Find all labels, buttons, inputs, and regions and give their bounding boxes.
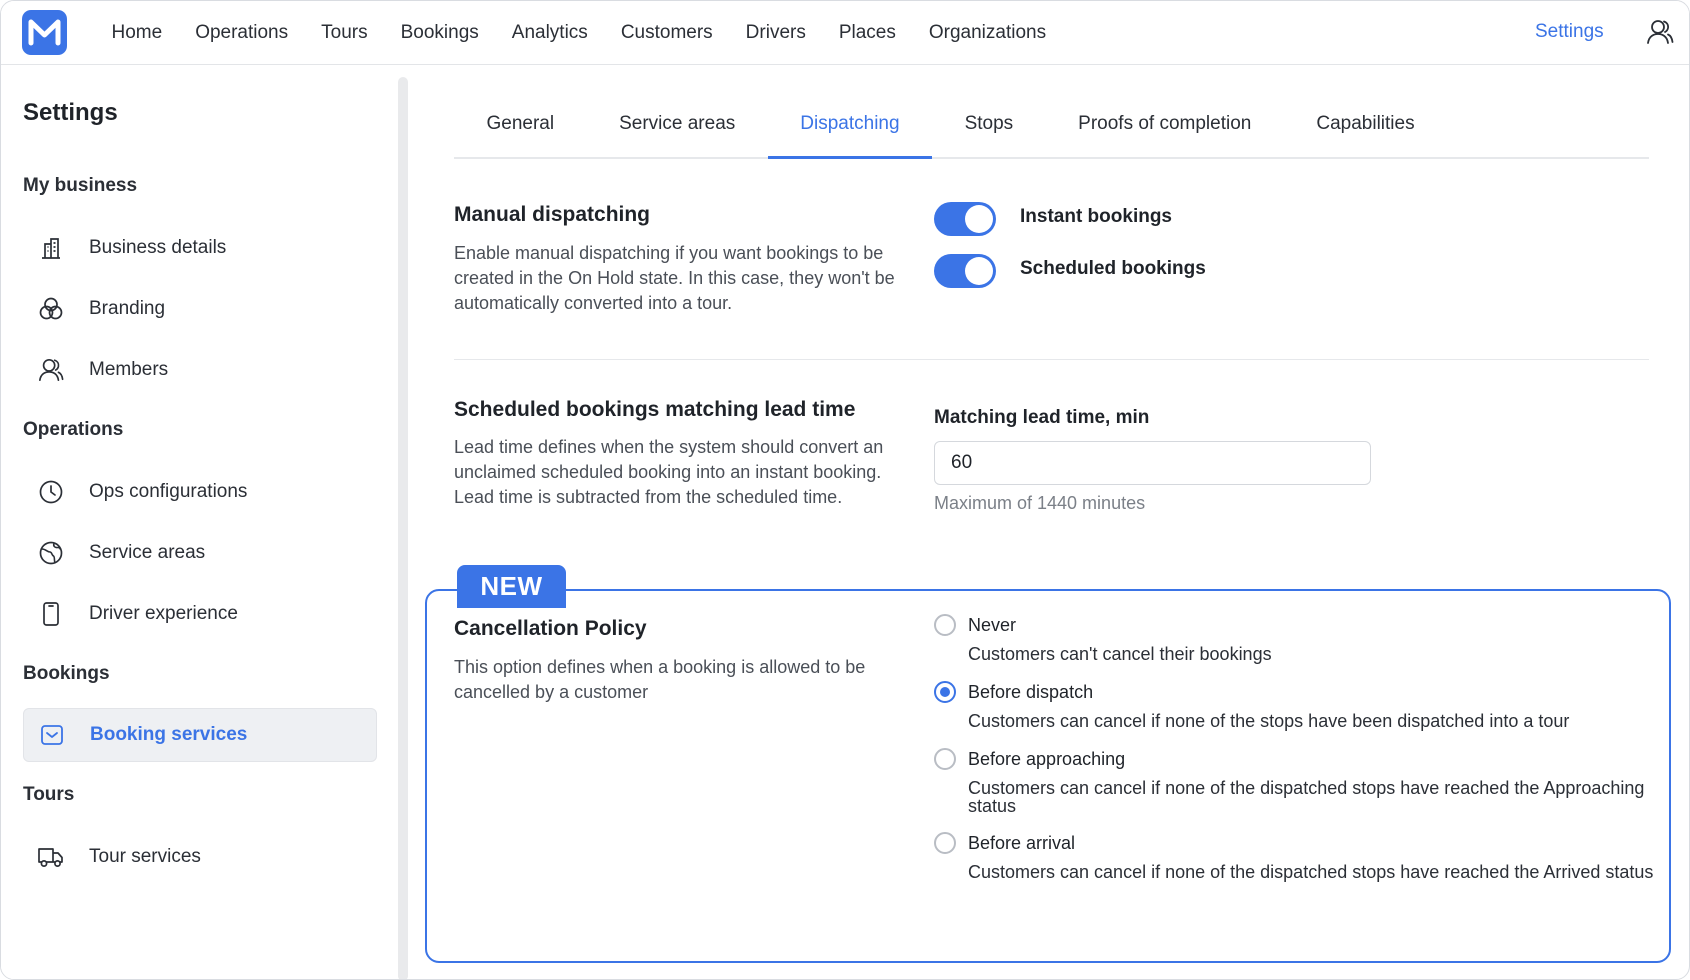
nav-settings[interactable]: Settings: [1535, 21, 1604, 43]
tab-service-areas[interactable]: Service areas: [587, 105, 768, 159]
truck-icon: [37, 843, 65, 871]
nav-tours[interactable]: Tours: [305, 22, 384, 44]
logo-icon: [28, 19, 61, 46]
user-account-icon[interactable]: [1646, 18, 1674, 46]
instant-bookings-label: Instant bookings: [1020, 206, 1172, 227]
sidebar-item-booking-services[interactable]: Booking services: [23, 708, 377, 762]
manual-dispatching-description: Enable manual dispatching if you want bo…: [454, 243, 895, 313]
building-icon: [37, 234, 65, 262]
sidebar-item-label: Driver experience: [89, 603, 238, 624]
radio-before-arrival-label: Before arrival: [968, 833, 1076, 853]
radio-before-approaching-label: Before approaching: [968, 749, 1126, 769]
sidebar-item-label: Booking services: [90, 724, 248, 745]
members-icon: [37, 356, 65, 384]
radio-before-dispatch-description: Customers can cancel if none of the stop…: [968, 711, 1570, 731]
radio-before-approaching[interactable]: [934, 748, 956, 770]
sidebar-item-label: Business details: [89, 237, 227, 258]
sidebar-item-label: Tour services: [89, 846, 201, 867]
nav-operations[interactable]: Operations: [179, 22, 305, 44]
scheduled-bookings-label: Scheduled bookings: [1020, 258, 1206, 279]
sidebar-item-driver-experience[interactable]: Driver experience: [23, 587, 377, 641]
radio-never-label: Never: [968, 615, 1017, 635]
app-window: Home Operations Tours Bookings Analytics…: [0, 0, 1690, 980]
sidebar-item-label: Service areas: [89, 542, 206, 563]
tab-capabilities[interactable]: Capabilities: [1284, 105, 1447, 159]
radio-never-description: Customers can't cancel their bookings: [968, 644, 1272, 664]
sidebar-item-label: Branding: [89, 298, 166, 319]
sidebar-group-my-business: My business: [23, 175, 138, 196]
settings-sidebar: Settings My business Business details Br…: [1, 65, 399, 979]
inbox-icon: [38, 721, 66, 749]
lead-time-description: Lead time defines when the system should…: [454, 437, 884, 507]
sidebar-group-bookings: Bookings: [23, 663, 110, 684]
nav-analytics[interactable]: Analytics: [495, 22, 604, 44]
sidebar-scrollbar[interactable]: [398, 77, 408, 979]
scheduled-bookings-toggle[interactable]: [934, 254, 996, 288]
mobile-phone-icon: [37, 600, 65, 628]
nav-home[interactable]: Home: [95, 22, 179, 44]
settings-content: General Service areas Dispatching Stops …: [411, 65, 1689, 979]
tab-dispatching[interactable]: Dispatching: [767, 105, 933, 159]
radio-before-arrival[interactable]: [934, 832, 956, 854]
cancellation-policy-title: Cancellation Policy: [454, 617, 647, 640]
main-nav: Home Operations Tours Bookings Analytics…: [95, 1, 1063, 65]
sidebar-item-members[interactable]: Members: [23, 343, 377, 397]
sidebar-title: Settings: [23, 99, 118, 126]
nav-customers[interactable]: Customers: [604, 22, 729, 44]
nav-places[interactable]: Places: [822, 22, 912, 44]
tab-stops[interactable]: Stops: [932, 105, 1046, 159]
radio-before-dispatch[interactable]: [934, 681, 956, 703]
nav-organizations[interactable]: Organizations: [912, 22, 1062, 44]
lead-time-title: Scheduled bookings matching lead time: [454, 398, 856, 421]
new-badge: NEW: [457, 565, 566, 608]
sidebar-item-tour-services[interactable]: Tour services: [23, 830, 377, 884]
app-logo[interactable]: [22, 10, 67, 55]
sidebar-item-branding[interactable]: Branding: [23, 282, 377, 336]
lead-time-hint: Maximum of 1440 minutes: [934, 493, 1146, 513]
radio-never[interactable]: [934, 614, 956, 636]
nav-drivers[interactable]: Drivers: [729, 22, 822, 44]
nav-bookings[interactable]: Bookings: [384, 22, 495, 44]
sidebar-group-operations: Operations: [23, 419, 124, 440]
manual-dispatching-title: Manual dispatching: [454, 203, 651, 226]
lead-time-field-label: Matching lead time, min: [934, 407, 1150, 428]
sidebar-item-label: Ops configurations: [89, 481, 248, 502]
clock-icon: [37, 478, 65, 506]
sidebar-item-label: Members: [89, 359, 169, 380]
section-divider: [454, 359, 1649, 360]
sidebar-group-tours: Tours: [23, 784, 75, 805]
top-navigation: Home Operations Tours Bookings Analytics…: [1, 1, 1689, 65]
settings-tabs: General Service areas Dispatching Stops …: [454, 105, 1649, 159]
radio-before-approaching-description: Customers can cancel if none of the disp…: [968, 778, 1645, 816]
cancellation-policy-description: This option defines when a booking is al…: [454, 657, 866, 702]
lead-time-input[interactable]: [934, 441, 1371, 485]
sidebar-item-ops-configurations[interactable]: Ops configurations: [23, 465, 377, 519]
radio-before-arrival-description: Customers can cancel if none of the disp…: [968, 862, 1654, 882]
instant-bookings-toggle[interactable]: [934, 202, 996, 236]
tab-proofs-of-completion[interactable]: Proofs of completion: [1046, 105, 1284, 159]
sidebar-item-service-areas[interactable]: Service areas: [23, 526, 377, 580]
radio-before-dispatch-label: Before dispatch: [968, 682, 1094, 702]
tab-general[interactable]: General: [454, 105, 587, 159]
sidebar-item-business-details[interactable]: Business details: [23, 221, 377, 275]
palette-circles-icon: [37, 295, 65, 323]
globe-icon: [37, 539, 65, 567]
